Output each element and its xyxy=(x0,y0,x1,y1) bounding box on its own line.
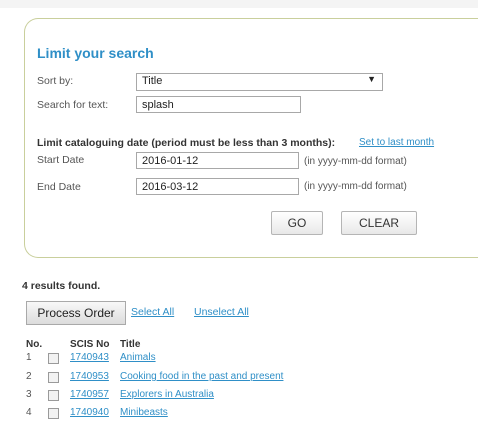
select-all-link[interactable]: Select All xyxy=(131,306,174,318)
row-checkbox[interactable] xyxy=(48,390,59,401)
search-panel: Limit your search Sort by: Title ▼ Searc… xyxy=(24,18,478,258)
limit-date-heading: Limit cataloguing date (period must be l… xyxy=(37,137,336,149)
table-row: 1 1740943 Animals xyxy=(26,352,466,366)
start-date-label: Start Date xyxy=(37,154,85,166)
top-strip xyxy=(0,0,478,8)
results-count: 4 results found. xyxy=(22,280,101,292)
go-button[interactable]: GO xyxy=(271,211,323,235)
column-header-scis-no: SCIS No xyxy=(70,339,110,350)
sort-by-select[interactable]: Title ▼ xyxy=(136,73,383,91)
title-link[interactable]: Animals xyxy=(120,352,156,363)
column-header-title: Title xyxy=(120,339,141,350)
process-order-button[interactable]: Process Order xyxy=(26,301,126,325)
row-checkbox[interactable] xyxy=(48,372,59,383)
sort-by-label: Sort by: xyxy=(37,75,74,87)
row-number: 4 xyxy=(26,407,32,418)
title-link[interactable]: Minibeasts xyxy=(120,407,168,418)
table-row: 2 1740953 Cooking food in the past and p… xyxy=(26,371,466,385)
scis-number-link[interactable]: 1740953 xyxy=(70,371,109,382)
search-text-label: Search for text: xyxy=(37,99,109,111)
end-date-format-hint: (in yyyy-mm-dd format) xyxy=(304,181,407,192)
row-checkbox[interactable] xyxy=(48,353,59,364)
dropdown-arrow-icon: ▼ xyxy=(367,74,376,84)
table-row: 4 1740940 Minibeasts xyxy=(26,407,466,421)
row-number: 3 xyxy=(26,389,32,400)
search-text-input[interactable] xyxy=(136,96,301,113)
row-number: 1 xyxy=(26,352,32,363)
row-number: 2 xyxy=(26,371,32,382)
scis-number-link[interactable]: 1740957 xyxy=(70,389,109,400)
set-last-month-link[interactable]: Set to last month xyxy=(359,137,434,148)
title-link[interactable]: Cooking food in the past and present xyxy=(120,371,283,382)
scis-number-link[interactable]: 1740943 xyxy=(70,352,109,363)
start-date-input[interactable] xyxy=(136,152,299,169)
sort-by-value: Title xyxy=(142,75,163,87)
end-date-input[interactable] xyxy=(136,178,299,195)
scis-number-link[interactable]: 1740940 xyxy=(70,407,109,418)
start-date-format-hint: (in yyyy-mm-dd format) xyxy=(304,156,407,167)
row-checkbox[interactable] xyxy=(48,408,59,419)
table-row: 3 1740957 Explorers in Australia xyxy=(26,389,466,403)
clear-button[interactable]: CLEAR xyxy=(341,211,417,235)
column-header-no: No. xyxy=(26,339,43,350)
title-link[interactable]: Explorers in Australia xyxy=(120,389,214,400)
panel-title: Limit your search xyxy=(37,45,154,61)
unselect-all-link[interactable]: Unselect All xyxy=(194,306,249,318)
end-date-label: End Date xyxy=(37,181,81,193)
